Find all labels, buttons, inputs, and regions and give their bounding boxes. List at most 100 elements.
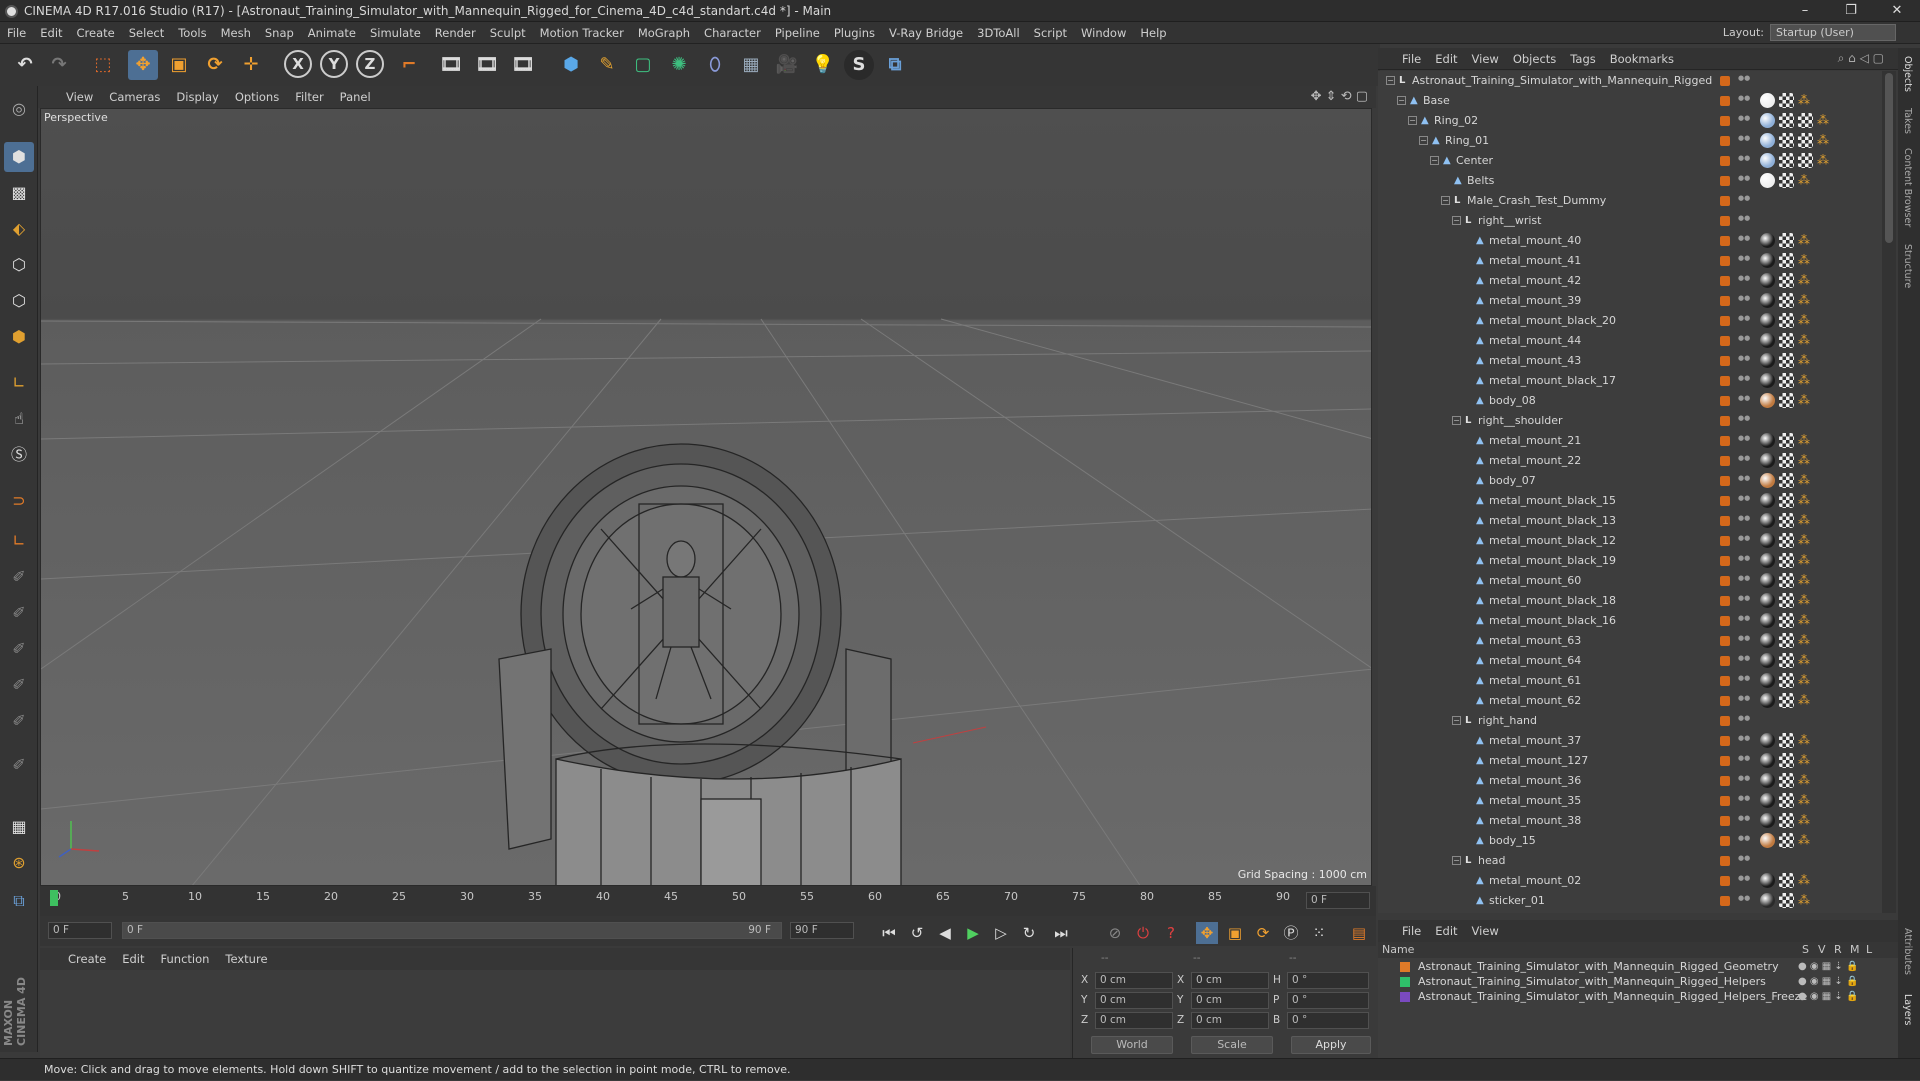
axis-mode-icon[interactable]: ∟ [4,368,34,398]
inflate-brush-icon[interactable]: ✐ [4,670,34,700]
object-row[interactable]: ▲ metal_mount_39 ●● ⁂ [1378,291,1882,311]
layer-toggles-icon[interactable]: ● ◉ ▦ ⇣ 🔒 [1798,989,1858,1004]
visibility-dots-icon[interactable]: ●● [1738,175,1750,187]
layers-menu-view[interactable]: View [1465,920,1506,942]
viewport-menu-view[interactable]: View [38,86,101,108]
visibility-dots-icon[interactable]: ●● [1738,555,1750,567]
floor-icon[interactable]: ▦ [736,50,766,80]
move-tool-icon[interactable]: ✥ [128,50,158,80]
layer-color-swatch[interactable] [1720,736,1730,746]
visibility-dots-icon[interactable]: ●● [1738,715,1750,727]
spline-pen-icon[interactable]: ✎ [592,50,622,80]
menu-pipeline[interactable]: Pipeline [768,22,827,44]
object-row[interactable]: − ▲ Center ●● ⁂ [1378,151,1882,171]
layer-color-swatch[interactable] [1720,856,1730,866]
objects-menu-file[interactable]: File [1378,48,1428,70]
layer-color-swatch[interactable] [1720,316,1730,326]
tab-attributes[interactable]: Attributes [1902,928,1913,975]
object-row[interactable]: ▲ metal_mount_61 ●● ⁂ [1378,671,1882,691]
material-tag-icon[interactable] [1760,153,1775,168]
object-row[interactable]: ▲ metal_mount_22 ●● ⁂ [1378,451,1882,471]
material-tag-icon[interactable] [1760,173,1775,188]
object-row[interactable]: − Lright__wrist ●● [1378,211,1882,231]
texture-tag-icon[interactable] [1779,773,1794,788]
object-row[interactable]: ▲ metal_mount_44 ●● ⁂ [1378,331,1882,351]
material-tag-icon[interactable] [1760,693,1775,708]
key-parameter-icon[interactable]: Ⓟ [1280,922,1302,944]
size-z-field[interactable]: 0 cm [1191,1012,1269,1029]
tab-content-browser[interactable]: Content Browser [1902,148,1913,227]
menu-vray-bridge[interactable]: V-Ray Bridge [882,22,970,44]
material-tag-icon[interactable] [1760,833,1775,848]
texture-tag-icon[interactable] [1779,313,1794,328]
object-row[interactable]: − ▲ Ring_01 ●● ⁂ [1378,131,1882,151]
layers-menu-edit[interactable]: Edit [1428,920,1464,942]
layer-color-swatch[interactable] [1720,816,1730,826]
object-row[interactable]: ▲ body_15 ●● ⁂ [1378,831,1882,851]
visibility-dots-icon[interactable]: ●● [1738,815,1750,827]
material-menu-edit[interactable]: Edit [114,948,152,970]
polygons-mode-icon[interactable]: ⬢ [4,322,34,352]
object-row[interactable]: ▲ metal_mount_43 ●● ⁂ [1378,351,1882,371]
layer-color-swatch[interactable] [1720,516,1730,526]
next-key-icon[interactable]: ↻ [1018,922,1040,944]
material-tag-icon[interactable] [1760,593,1775,608]
object-row[interactable]: ▲ metal_mount_21 ●● ⁂ [1378,431,1882,451]
menu-select[interactable]: Select [122,22,171,44]
cube-primitive-icon[interactable]: ⬢ [556,50,586,80]
layers-menu-file[interactable]: File [1378,920,1428,942]
visibility-dots-icon[interactable]: ●● [1738,375,1750,387]
smooth-brush-icon[interactable]: ✐ [4,634,34,664]
ik-tag-icon[interactable]: ⁂ [1798,473,1813,488]
object-row[interactable]: ▲ metal_mount_black_19 ●● ⁂ [1378,551,1882,571]
size-mode-dropdown[interactable]: Scale [1191,1036,1273,1054]
texture-tag-icon[interactable] [1779,573,1794,588]
cloner-icon[interactable]: ✺ [664,50,694,80]
close-button[interactable]: ✕ [1874,0,1920,22]
texture-tag-icon[interactable] [1779,613,1794,628]
visibility-dots-icon[interactable]: ●● [1738,195,1750,207]
texture-tag-icon[interactable] [1779,93,1794,108]
material-tag-icon[interactable] [1760,493,1775,508]
texture-tag-icon[interactable] [1779,353,1794,368]
menu-script[interactable]: Script [1027,22,1074,44]
object-row[interactable]: − Lright_hand ●● [1378,711,1882,731]
object-row[interactable]: ▲ metal_mount_37 ●● ⁂ [1378,731,1882,751]
size-x-field[interactable]: 0 cm [1191,972,1269,989]
visibility-dots-icon[interactable]: ●● [1738,755,1750,767]
start-frame-field[interactable]: 0 F [48,922,112,939]
pull-brush-icon[interactable]: ✐ [4,598,34,628]
layer-color-swatch[interactable] [1720,236,1730,246]
object-row[interactable]: − L Astronaut_Training_Simulator_with_Mann… [1378,71,1882,91]
texture-tag-icon[interactable] [1798,113,1813,128]
pos-x-field[interactable]: 0 cm [1095,972,1173,989]
visibility-dots-icon[interactable]: ●● [1738,455,1750,467]
perspective-viewport[interactable]: Grid Spacing : 1000 cm [40,108,1372,886]
object-row[interactable]: ▲ metal_mount_42 ●● ⁂ [1378,271,1882,291]
layer-color-swatch[interactable] [1720,716,1730,726]
object-row[interactable]: ▲ metal_mount_black_17 ●● ⁂ [1378,371,1882,391]
ik-tag-icon[interactable]: ⁂ [1798,233,1813,248]
points-mode-icon[interactable]: ⬡ [4,250,34,280]
visibility-dots-icon[interactable]: ●● [1738,115,1750,127]
object-row[interactable]: − L Male_Crash_Test_Dummy ●● [1378,191,1882,211]
layer-color-swatch[interactable] [1720,496,1730,506]
visibility-dots-icon[interactable]: ●● [1738,615,1750,627]
snapping-icon[interactable]: Ⓢ [4,440,34,470]
ik-tag-icon[interactable]: ⁂ [1817,133,1832,148]
ik-tag-icon[interactable]: ⁂ [1798,513,1813,528]
visibility-dots-icon[interactable]: ●● [1738,135,1750,147]
visibility-dots-icon[interactable]: ●● [1738,795,1750,807]
expand-toggle-icon[interactable]: − [1452,856,1461,865]
texture-tag-icon[interactable] [1779,673,1794,688]
object-row[interactable]: ▲ body_07 ●● ⁂ [1378,471,1882,491]
menu-create[interactable]: Create [70,22,122,44]
live-selection-icon[interactable]: ⬚ [88,50,118,80]
layer-color-swatch[interactable] [1720,636,1730,646]
render-view-icon[interactable]: 🎞 [436,50,466,80]
material-manager-area[interactable] [40,970,1070,1058]
expand-toggle-icon[interactable]: − [1430,156,1439,165]
layer-color-swatch[interactable] [1720,136,1730,146]
end-frame-field[interactable]: 90 F [790,922,854,939]
texture-tag-icon[interactable] [1779,233,1794,248]
